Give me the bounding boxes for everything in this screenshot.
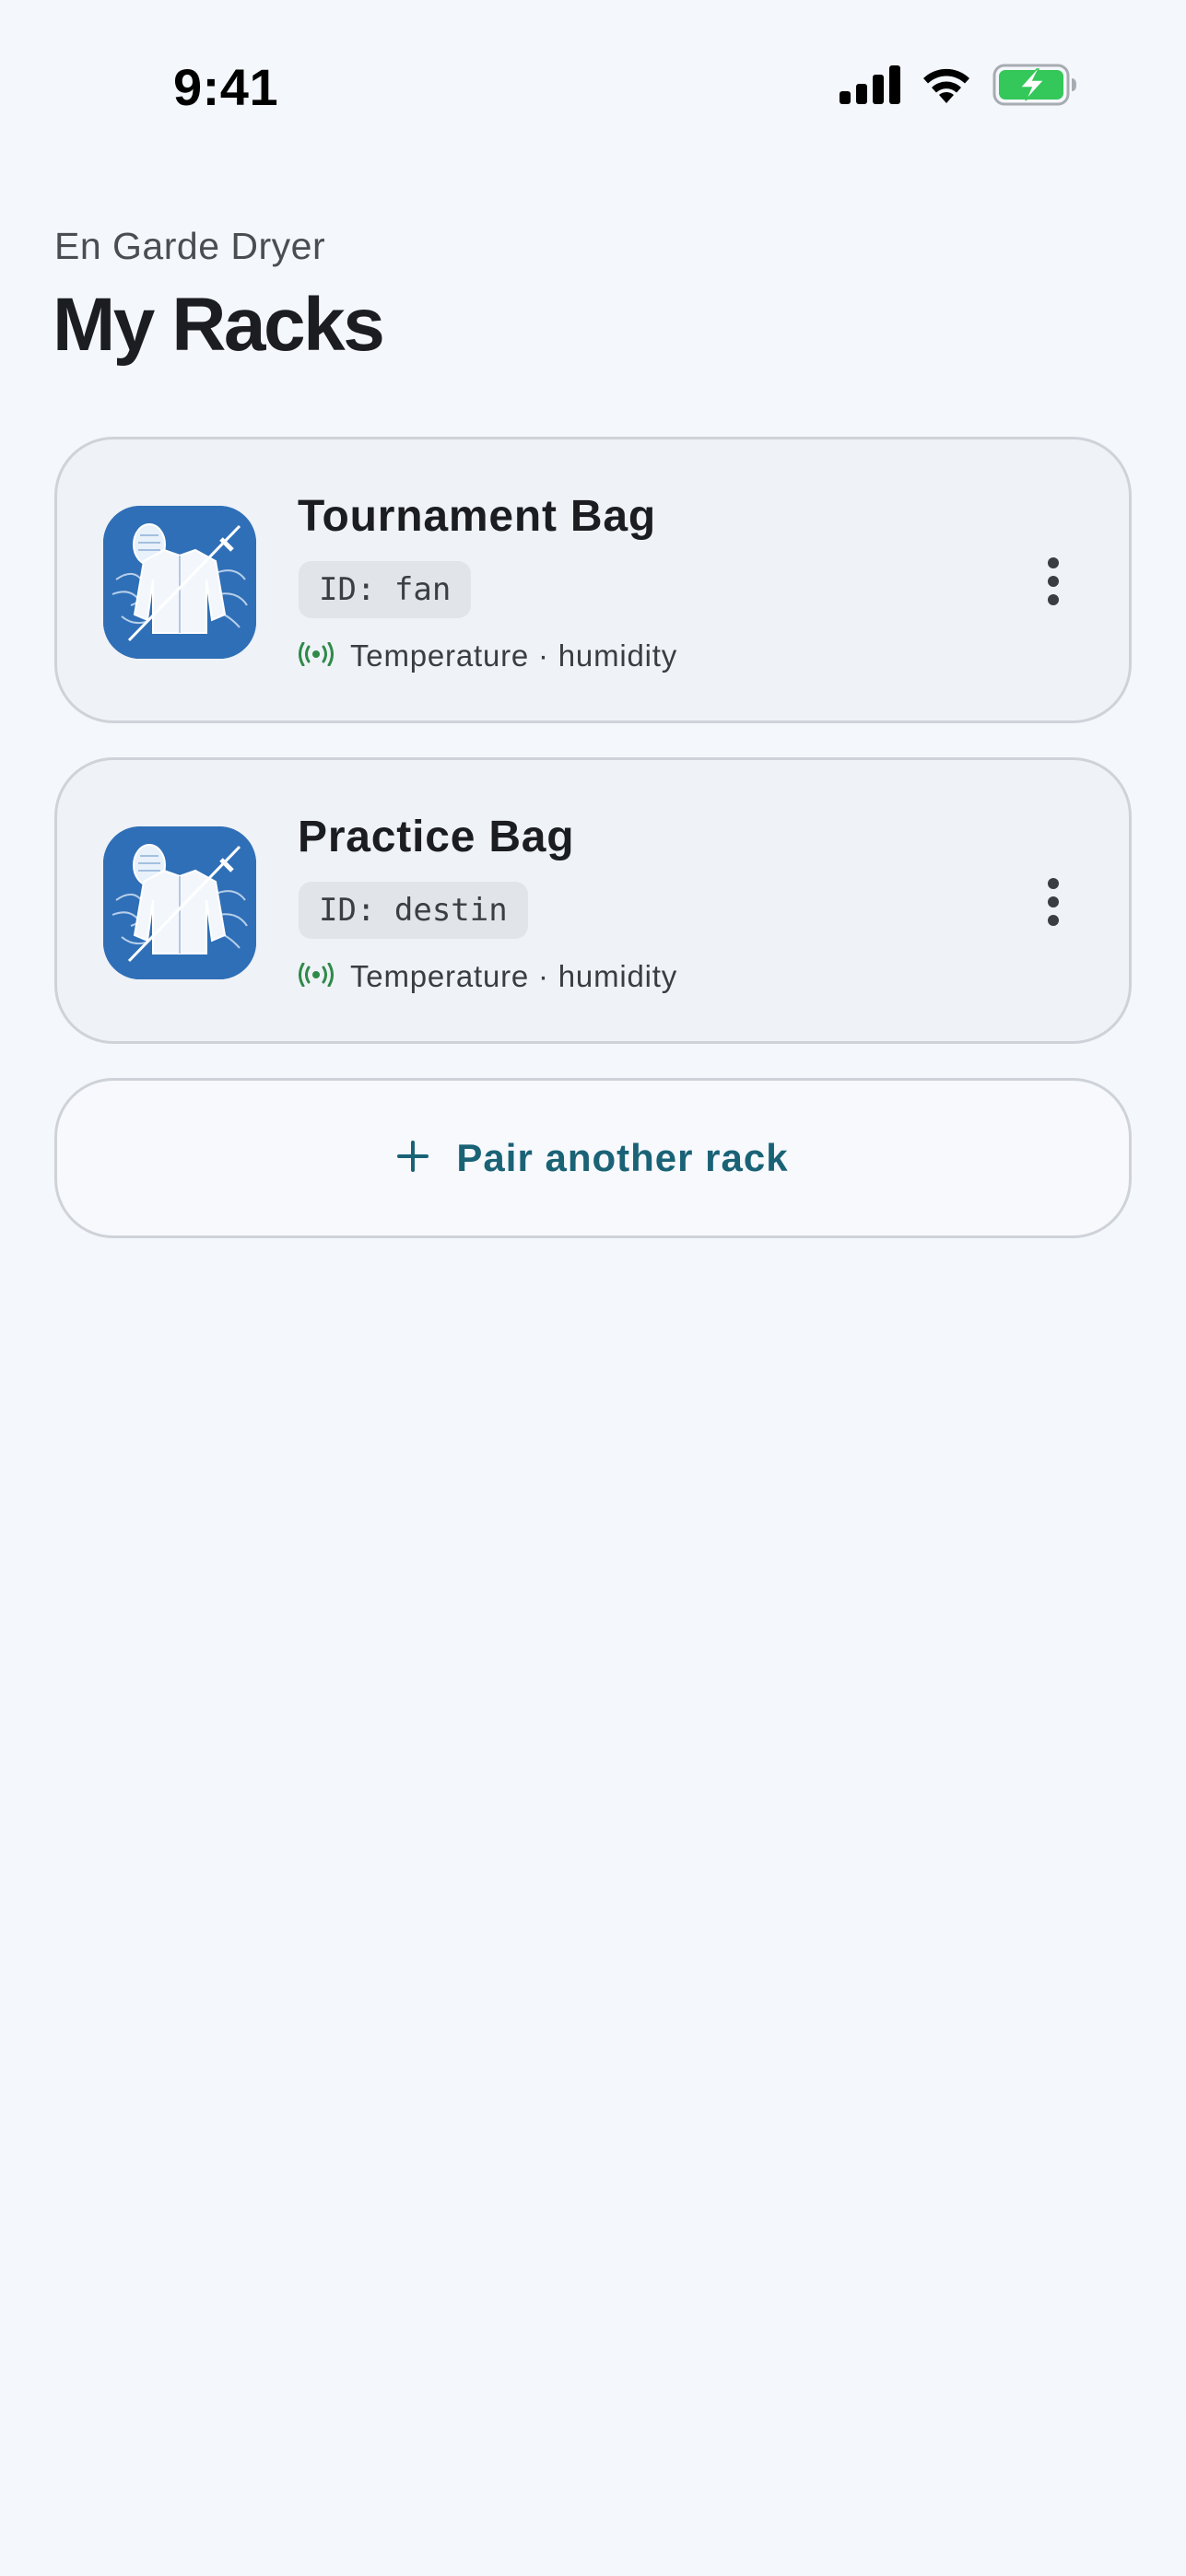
- wifi-icon: [919, 64, 974, 110]
- rack-card[interactable]: Tournament Bag ID: fan Temperature · hum…: [54, 437, 1132, 723]
- more-options-button[interactable]: [1024, 546, 1083, 616]
- rack-sensor-label: Temperature · humidity: [350, 959, 678, 993]
- rack-card[interactable]: Practice Bag ID: destin Temperature · hu…: [54, 757, 1132, 1044]
- app-name: En Garde Dryer: [54, 225, 326, 267]
- more-vertical-icon: [1048, 557, 1059, 605]
- rack-sensor-status: Temperature · humidity: [299, 959, 677, 994]
- status-icons: [840, 63, 1077, 111]
- rack-id-badge: ID: destin: [299, 882, 528, 939]
- fencing-jacket-icon: [103, 826, 256, 979]
- more-vertical-icon: [1048, 878, 1059, 926]
- screen: 9:41 En Garde Dryer My Racks Tournament …: [0, 0, 1186, 2576]
- rack-sensor-status: Temperature · humidity: [299, 638, 677, 673]
- rack-name: Tournament Bag: [298, 492, 656, 541]
- more-options-button[interactable]: [1024, 867, 1083, 937]
- rack-list: Tournament Bag ID: fan Temperature · hum…: [54, 437, 1132, 1078]
- pair-button-label: Pair another rack: [456, 1136, 789, 1179]
- cellular-signal-icon: [840, 64, 900, 109]
- pair-another-rack-button[interactable]: Pair another rack: [54, 1078, 1132, 1238]
- plus-icon: [397, 1140, 429, 1177]
- rack-id-badge: ID: fan: [299, 561, 472, 618]
- status-time: 9:41: [173, 58, 279, 116]
- fencing-jacket-icon: [103, 506, 256, 659]
- page-title: My Racks: [53, 283, 385, 367]
- status-bar: 9:41: [0, 0, 1186, 175]
- battery-charging-icon: [992, 64, 1077, 111]
- rack-sensor-label: Temperature · humidity: [350, 638, 678, 673]
- broadcast-signal-icon: [299, 638, 334, 673]
- broadcast-signal-icon: [299, 959, 334, 994]
- rack-name: Practice Bag: [298, 813, 575, 861]
